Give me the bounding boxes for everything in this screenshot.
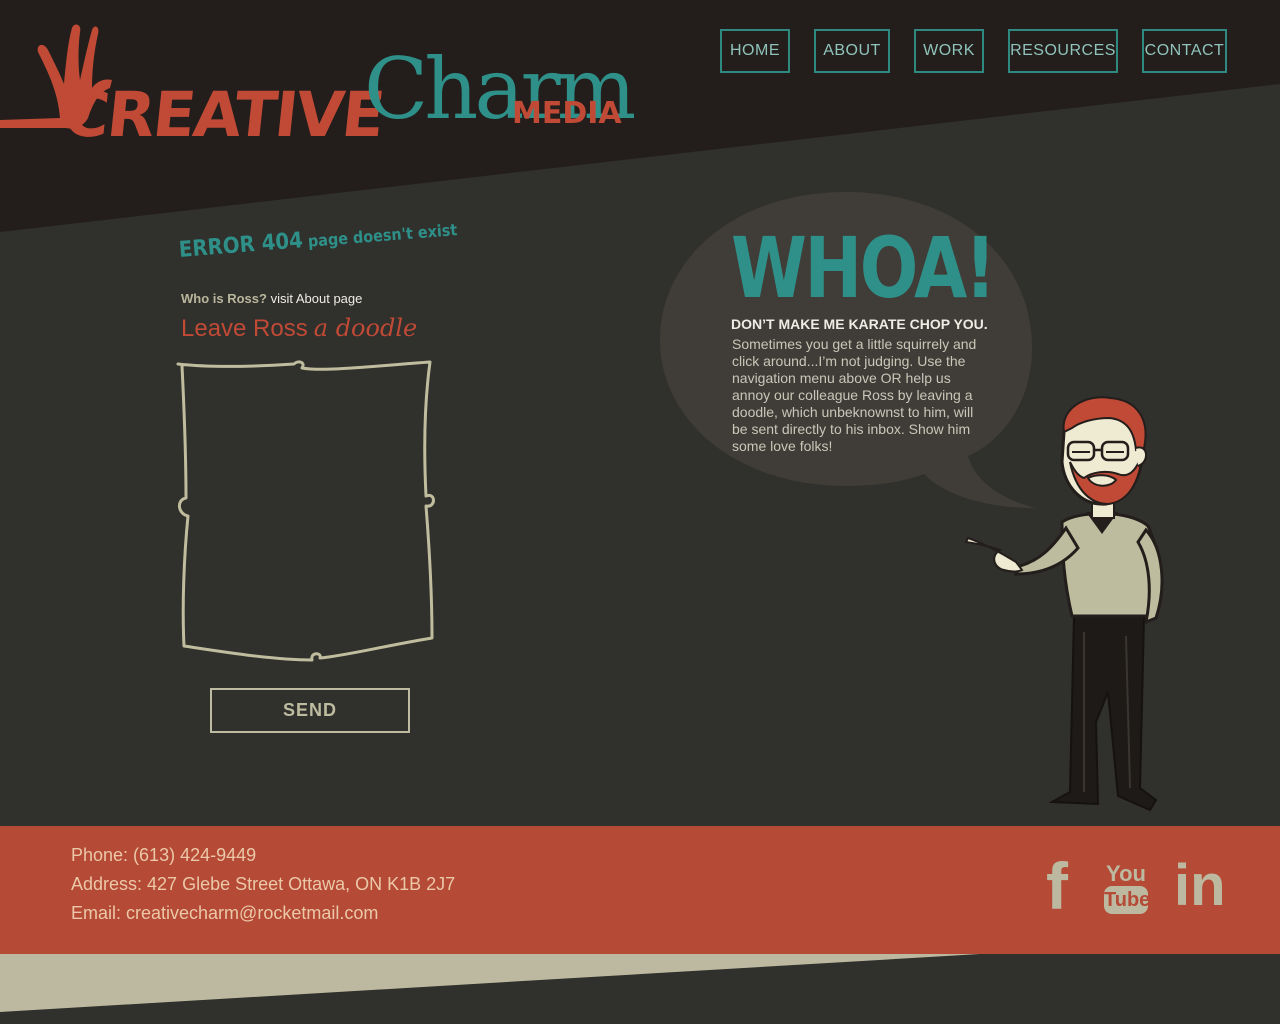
- facebook-icon[interactable]: f: [1046, 849, 1068, 923]
- error-code: ERROR 404: [178, 228, 304, 263]
- send-button[interactable]: SEND: [210, 688, 410, 733]
- nav-home[interactable]: HOME: [720, 29, 790, 73]
- error-title: ERROR 404 page doesn't exist: [178, 216, 458, 263]
- whoa-heading: WHOA!: [731, 219, 996, 317]
- nav-contact[interactable]: CONTACT: [1142, 29, 1227, 73]
- logo-creative-text: CREATIVE: [60, 78, 387, 151]
- youtube-icon[interactable]: You Tube: [1104, 861, 1150, 914]
- youtube-top: You: [1106, 861, 1146, 886]
- nav-resources[interactable]: RESOURCES: [1008, 29, 1118, 73]
- bottom-stripe: [0, 954, 980, 1012]
- doodle-heading-text: Leave Ross: [181, 315, 308, 342]
- who-question: Who is Ross?: [181, 291, 267, 306]
- doodle-heading: Leave Ross a doodle: [181, 314, 417, 343]
- footer-phone: Phone: (613) 424-9449: [71, 845, 257, 865]
- facebook-label: f: [1046, 849, 1068, 923]
- footer-address: Address: 427 Glebe Street Ottawa, ON K1B…: [71, 874, 456, 894]
- about-page-link[interactable]: visit About page: [271, 291, 363, 306]
- logo-media-text: MEDIA: [512, 96, 622, 131]
- doodle-canvas[interactable]: [174, 356, 440, 666]
- nav-work[interactable]: WORK: [914, 29, 984, 73]
- nav-about[interactable]: ABOUT: [814, 29, 890, 73]
- main-nav: HOME ABOUT WORK RESOURCES CONTACT: [0, 29, 1280, 77]
- who-is-ross: Who is Ross? visit About page: [181, 291, 362, 306]
- ross-character: [964, 396, 1164, 812]
- karate-subheading: DON’T MAKE ME KARATE CHOP YOU.: [731, 316, 988, 332]
- footer-email: Email: creativecharm@rocketmail.com: [71, 903, 379, 923]
- youtube-bottom: Tube: [1104, 886, 1150, 914]
- error-message: page doesn't exist: [307, 220, 458, 251]
- linkedin-icon[interactable]: in: [1174, 856, 1226, 916]
- linkedin-label: in: [1174, 853, 1226, 918]
- doodle-heading-script: a doodle: [313, 314, 418, 342]
- bubble-body: Sometimes you get a little squirrely and…: [732, 336, 977, 454]
